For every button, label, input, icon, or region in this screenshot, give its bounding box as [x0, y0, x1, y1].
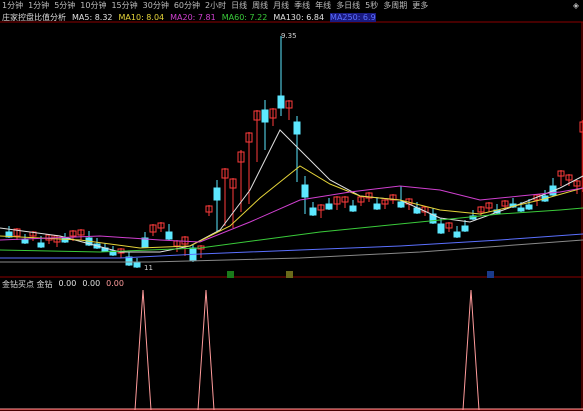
ma-legend: 庄家控盘比值分析 MA5: 8.32 MA10: 8.04 MA20: 7.81… [2, 12, 382, 22]
period-item-9[interactable]: 周线 [252, 0, 268, 11]
period-item-5[interactable]: 30分钟 [143, 0, 169, 11]
period-item-8[interactable]: 日线 [231, 0, 247, 11]
event-marker-1[interactable] [227, 271, 234, 278]
candle-body [373, 203, 381, 210]
signal-spike-0 [134, 289, 152, 411]
high-price-label: 9.35 [281, 32, 297, 40]
chart-canvas[interactable]: 9.35 11 [0, 0, 583, 411]
ma20-value: MA20: 7.81 [170, 12, 216, 22]
candle-body [349, 205, 357, 212]
sub-indicator-legend: 金钻买点 金钻 0.00 0.00 0.00 [2, 279, 130, 290]
period-item-12[interactable]: 年线 [315, 0, 331, 11]
period-item-15[interactable]: 多周期 [383, 0, 407, 11]
candle-body [133, 261, 141, 268]
period-item-7[interactable]: 2小时 [205, 0, 226, 11]
ma60-value: MA60: 7.22 [221, 12, 268, 22]
ma10-value: MA10: 8.04 [118, 12, 165, 22]
candle-body [125, 256, 133, 266]
sub-value-2: 0.00 [82, 279, 101, 288]
ma250-value: MA250: 6.9 [330, 12, 376, 22]
event-marker-3[interactable] [487, 271, 494, 278]
indicator-title: 庄家控盘比值分析 [2, 12, 66, 22]
period-item-2[interactable]: 5分钟 [54, 0, 75, 11]
candle-body [461, 225, 469, 232]
event-marker-2[interactable] [286, 271, 293, 278]
ma5-line [0, 129, 583, 253]
candle-body [165, 231, 173, 240]
period-item-0[interactable]: 1分钟 [2, 0, 23, 11]
candle-body [213, 187, 221, 201]
low-price-label: 11 [144, 264, 153, 272]
candle-body [437, 223, 445, 234]
period-item-14[interactable]: 5秒 [365, 0, 378, 11]
candle-body [309, 207, 317, 216]
period-item-10[interactable]: 月线 [273, 0, 289, 11]
period-item-16[interactable]: 更多 [412, 0, 428, 11]
signal-spike-2 [462, 289, 480, 411]
ma130-value: MA130: 6.84 [273, 12, 325, 22]
candle-body [261, 109, 269, 123]
ma5-value: MA5: 8.32 [72, 12, 113, 22]
sub-value-1: 0.00 [58, 279, 77, 288]
period-toolbar: 1分钟 1分钟 5分钟 10分钟 15分钟 30分钟 60分钟 2小时 日线 周线 月线 季线 年线 多日… [0, 0, 583, 11]
candle-body [325, 203, 333, 210]
candle-body [525, 204, 533, 210]
candle-body [301, 184, 309, 198]
candle-body [277, 95, 285, 109]
candle-body [517, 207, 525, 212]
sub-value-3: 0.00 [106, 279, 124, 288]
candle-body [61, 237, 69, 243]
candle-body [21, 239, 29, 244]
candle-body [37, 242, 45, 248]
settings-icon[interactable]: ◈ [573, 1, 579, 10]
period-item-13[interactable]: 多日线 [336, 0, 360, 11]
candle-body [397, 201, 405, 208]
signal-spike-1 [197, 289, 215, 411]
period-item-4[interactable]: 15分钟 [111, 0, 137, 11]
candle-body [453, 231, 461, 238]
candle-body [293, 121, 301, 135]
period-item-6[interactable]: 60分钟 [174, 0, 200, 11]
period-item-1[interactable]: 1分钟 [28, 0, 49, 11]
period-item-11[interactable]: 季线 [294, 0, 310, 11]
sub-title: 金钻买点 金钻 [2, 280, 53, 289]
period-item-3[interactable]: 10分钟 [80, 0, 106, 11]
